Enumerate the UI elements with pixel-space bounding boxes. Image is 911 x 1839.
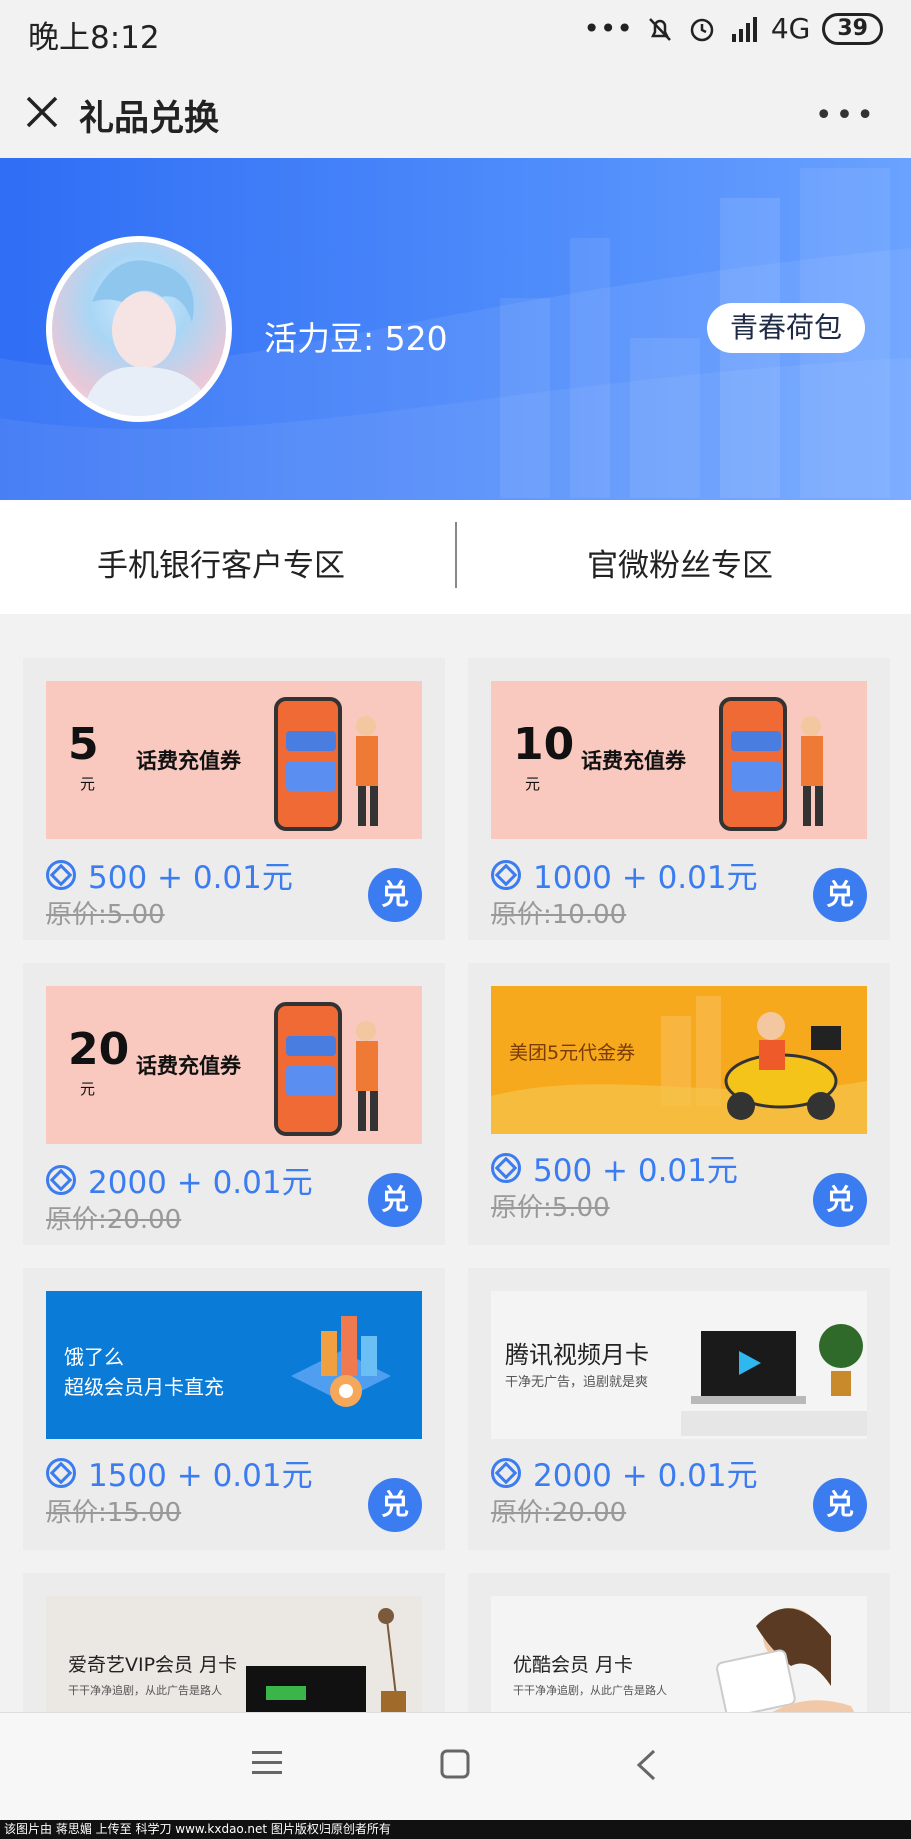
points-diamond-icon xyxy=(46,1457,76,1488)
signal-icon xyxy=(731,16,757,42)
price-row: 1500 + 0.01元 xyxy=(46,1450,313,1495)
product-card[interactable]: 5 元 话费充值券 500 + 0.01元 原价:5.00 兑 xyxy=(23,658,445,940)
voucher-unit: 元 xyxy=(80,775,96,793)
redeem-button[interactable]: 兑 xyxy=(813,1173,867,1227)
image-title: 优酷会员 月卡 xyxy=(513,1654,634,1676)
product-image-phone-credit: 10 元 话费充值券 xyxy=(491,681,867,839)
price: 1000 + 0.01元 xyxy=(533,860,758,896)
voucher-unit: 元 xyxy=(525,775,541,793)
product-card[interactable]: 20 元 话费充值券 2000 + 0.01元 原价:20.00 兑 xyxy=(23,963,445,1245)
original-price: 原价:5.00 xyxy=(491,1193,610,1223)
tab-wechat-fans[interactable]: 官微粉丝专区 xyxy=(587,540,773,585)
menu-icon[interactable] xyxy=(252,1749,282,1777)
redeem-button[interactable]: 兑 xyxy=(813,1478,867,1532)
price-row: 500 + 0.01元 xyxy=(491,1145,738,1190)
phone-illustration-icon xyxy=(719,697,823,831)
wallet-button[interactable]: 青春荷包 xyxy=(707,303,865,353)
redeem-button[interactable]: 兑 xyxy=(368,1173,422,1227)
points-diamond-icon xyxy=(46,1164,76,1195)
image-subtitle: 干干净净追剧，从此广告是路人 xyxy=(68,1684,222,1697)
price-row: 2000 + 0.01元 xyxy=(46,1157,313,1202)
original-price: 原价:5.00 xyxy=(46,900,165,930)
more-dots-icon: ••• xyxy=(583,12,633,45)
price: 1500 + 0.01元 xyxy=(88,1458,313,1494)
price: 500 + 0.01元 xyxy=(533,1153,738,1189)
isometric-city-icon xyxy=(291,1316,391,1407)
price: 2000 + 0.01元 xyxy=(88,1165,313,1201)
price: 500 + 0.01元 xyxy=(88,860,293,896)
product-card[interactable]: 腾讯视频月卡 干净无广告，追剧就是爽 2000 + 0.01元 原价:20.00… xyxy=(468,1268,890,1550)
product-image-iqiyi: 爱奇艺VIP会员 月卡 干干净净追剧，从此广告是路人 xyxy=(46,1596,422,1712)
product-image-youku: 优酷会员 月卡 干干净净追剧，从此广告是路人 xyxy=(491,1596,867,1712)
page-title: 礼品兑换 xyxy=(79,99,220,139)
voucher-unit: 元 xyxy=(80,1080,96,1098)
product-image-eleme: 饿了么 超级会员月卡直充 xyxy=(46,1291,422,1439)
close-icon[interactable] xyxy=(22,92,62,132)
product-card[interactable]: 优酷会员 月卡 干干净净追剧，从此广告是路人 xyxy=(468,1573,890,1712)
image-credit-bar: 该图片由 蒋思媚 上传至 科学刀 www.kxdao.net 图片版权归原创者所… xyxy=(0,1820,911,1839)
original-price: 原价:20.00 xyxy=(46,1205,182,1235)
price-row: 2000 + 0.01元 xyxy=(491,1450,758,1495)
original-price: 原价:15.00 xyxy=(46,1498,182,1528)
image-title: 腾讯视频月卡 xyxy=(505,1341,649,1369)
status-icons: ••• 4G 39 xyxy=(583,12,883,45)
image-subtitle: 干净无广告，追剧就是爽 xyxy=(505,1375,649,1390)
voucher-title: 话费充值券 xyxy=(136,1054,241,1078)
image-subtitle: 超级会员月卡直充 xyxy=(64,1375,224,1399)
image-title: 饿了么 xyxy=(64,1345,124,1369)
image-title: 爱奇艺VIP会员 月卡 xyxy=(68,1654,238,1676)
points-diamond-icon xyxy=(491,1152,521,1183)
redeem-button[interactable]: 兑 xyxy=(368,868,422,922)
status-time: 晚上8:12 xyxy=(28,20,160,56)
product-image-tencent-video: 腾讯视频月卡 干净无广告，追剧就是爽 xyxy=(491,1291,867,1439)
image-subtitle: 干干净净追剧，从此广告是路人 xyxy=(513,1684,667,1697)
price-row: 500 + 0.01元 xyxy=(46,852,293,897)
product-card[interactable]: 美团5元代金券 500 + 0.01元 原价:5.00 兑 xyxy=(468,963,890,1245)
voucher-title: 话费充值券 xyxy=(581,749,686,773)
original-price: 原价:20.00 xyxy=(491,1498,627,1528)
product-image-phone-credit: 20 元 话费充值券 xyxy=(46,986,422,1144)
product-card[interactable]: 饿了么 超级会员月卡直充 1500 + 0.01元 原价:15.00 兑 xyxy=(23,1268,445,1550)
woman-tablet-icon xyxy=(716,1608,855,1712)
iqiyi-laptop-icon xyxy=(246,1608,406,1712)
price: 2000 + 0.01元 xyxy=(533,1458,758,1494)
product-card[interactable]: 爱奇艺VIP会员 月卡 干干净净追剧，从此广告是路人 xyxy=(23,1573,445,1712)
mute-bell-icon xyxy=(648,17,671,41)
product-card[interactable]: 10 元 话费充值券 1000 + 0.01元 原价:10.00 兑 xyxy=(468,658,890,940)
alarm-icon xyxy=(690,18,714,41)
original-price: 原价:10.00 xyxy=(491,900,627,930)
home-icon[interactable] xyxy=(440,1749,470,1779)
avatar-illustration xyxy=(82,260,212,416)
points-balance: 活力豆: 520 xyxy=(264,319,448,358)
tab-divider xyxy=(455,522,457,588)
back-icon[interactable] xyxy=(634,1749,658,1781)
phone-illustration-icon xyxy=(274,1002,378,1136)
product-image-meituan: 美团5元代金券 xyxy=(491,986,867,1134)
laptop-plant-icon xyxy=(681,1324,867,1436)
price-row: 1000 + 0.01元 xyxy=(491,852,758,897)
tab-mobile-bank[interactable]: 手机银行客户专区 xyxy=(97,540,345,585)
avatar[interactable] xyxy=(52,242,226,416)
voucher-title: 话费充值券 xyxy=(136,749,241,773)
more-options-icon[interactable]: ••• xyxy=(815,98,877,133)
battery-icon: 39 xyxy=(822,12,883,45)
points-diamond-icon xyxy=(491,859,521,890)
phone-illustration-icon xyxy=(274,697,378,831)
redeem-button[interactable]: 兑 xyxy=(368,1478,422,1532)
image-title: 美团5元代金券 xyxy=(509,1042,636,1064)
voucher-amount: 10 xyxy=(513,719,575,770)
points-diamond-icon xyxy=(46,859,76,890)
redeem-button[interactable]: 兑 xyxy=(813,868,867,922)
voucher-amount: 20 xyxy=(68,1024,130,1075)
points-diamond-icon xyxy=(491,1457,521,1488)
product-image-phone-credit: 5 元 话费充值券 xyxy=(46,681,422,839)
network-type: 4G xyxy=(770,12,811,45)
voucher-amount: 5 xyxy=(68,719,99,770)
